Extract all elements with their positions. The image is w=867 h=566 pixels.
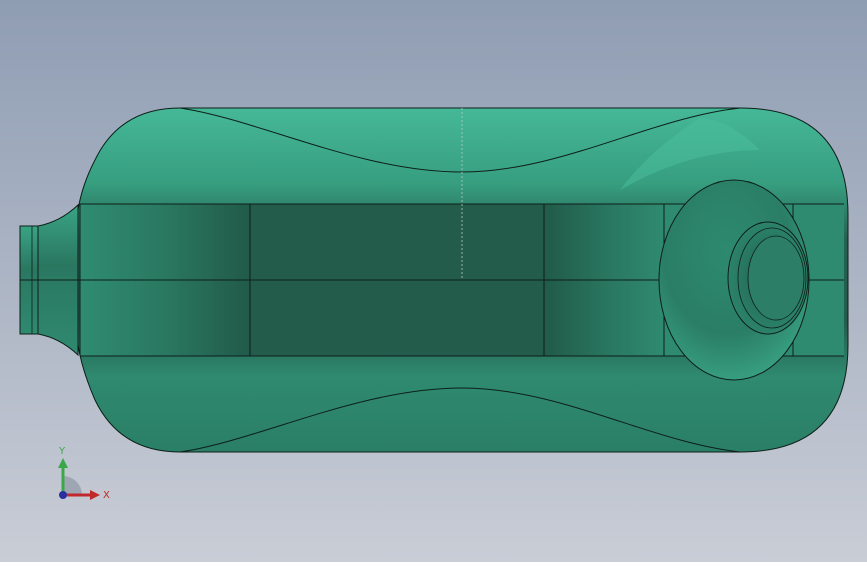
coordinate-triad: Y X bbox=[58, 446, 110, 501]
x-axis-head bbox=[90, 490, 100, 500]
triad-plane-indicator bbox=[63, 476, 82, 495]
x-axis-label: X bbox=[103, 490, 110, 501]
graphics-viewport[interactable]: Y X bbox=[0, 0, 867, 562]
y-axis-head bbox=[58, 458, 68, 468]
y-axis-label: Y bbox=[58, 446, 66, 457]
model-view[interactable] bbox=[0, 0, 867, 562]
filler-cap bbox=[747, 235, 805, 321]
z-axis-dot bbox=[59, 491, 67, 499]
